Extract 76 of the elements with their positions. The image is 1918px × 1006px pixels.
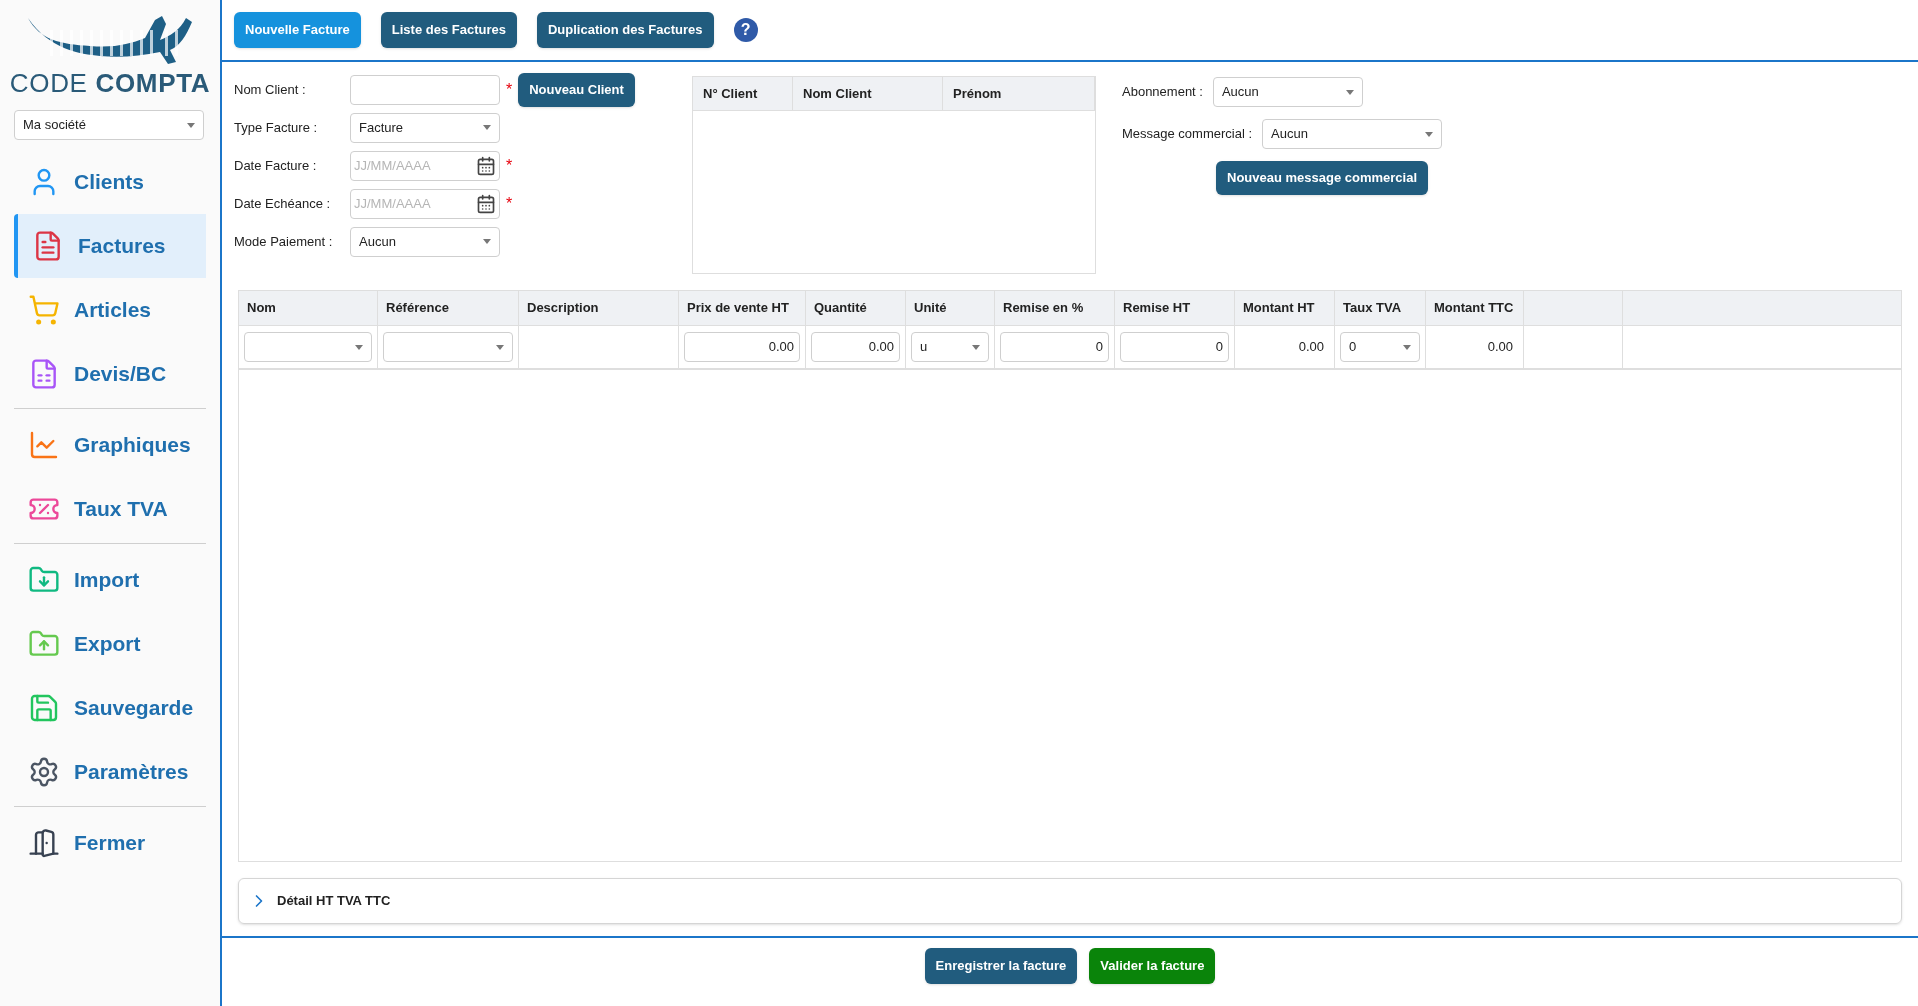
- column-header[interactable]: Taux TVA: [1335, 291, 1426, 325]
- tab-button[interactable]: Duplication des Factures: [536, 12, 714, 48]
- table-cell-text: 0.00: [1486, 338, 1514, 357]
- subscription-select[interactable]: Aucun: [1212, 77, 1363, 107]
- logo-text: COMPTA: [95, 70, 211, 96]
- caret-icon: [483, 125, 491, 130]
- column-header[interactable]: Remise en %: [995, 291, 1115, 325]
- caret-icon: [187, 122, 195, 128]
- caret-icon: [496, 344, 504, 350]
- caret-icon: [355, 344, 363, 350]
- caret-icon: [1403, 344, 1411, 350]
- cell-input[interactable]: 0: [1120, 332, 1229, 362]
- column-header[interactable]: Référence: [378, 291, 519, 325]
- caret-icon: [972, 344, 980, 350]
- field-label: Abonnement :: [1122, 83, 1203, 102]
- caret-icon: [1345, 89, 1354, 95]
- column-header[interactable]: Montant TTC: [1426, 291, 1524, 325]
- calendar-icon[interactable]: [476, 193, 496, 214]
- required-mark: *: [506, 79, 513, 100]
- cell-select[interactable]: [244, 332, 372, 362]
- settings-icon: [28, 756, 60, 788]
- required-mark: *: [506, 193, 513, 214]
- cell-input[interactable]: 0.00: [811, 332, 900, 362]
- new-message-button[interactable]: Nouveau message commercial: [1216, 161, 1429, 195]
- field-label: Mode Paiement :: [234, 232, 334, 251]
- detail-panel[interactable]: Détail HT TVA TTC: [238, 878, 1902, 924]
- field-label: Date Facture :: [234, 156, 318, 175]
- calendar-icon[interactable]: [476, 155, 496, 176]
- cell-select[interactable]: 0: [1340, 332, 1420, 362]
- help-button[interactable]: ?: [733, 18, 758, 42]
- nav-item[interactable]: Graphiques: [14, 413, 206, 477]
- new-client-button[interactable]: Nouveau Client: [518, 72, 635, 107]
- nav-item[interactable]: Fermer: [14, 811, 206, 875]
- column-header[interactable]: Unité: [906, 291, 995, 325]
- column-header[interactable]: Quantité: [806, 291, 906, 325]
- column-header[interactable]: Prénom: [943, 77, 1095, 110]
- tab-button[interactable]: Liste des Factures: [380, 12, 517, 48]
- column-header[interactable]: Montant HT: [1235, 291, 1335, 325]
- client-name-field[interactable]: [350, 74, 500, 105]
- company-select[interactable]: Ma société: [14, 110, 204, 140]
- validate-button[interactable]: Valider la facture: [1089, 948, 1216, 984]
- column-header[interactable]: Nom Client: [793, 77, 943, 110]
- required-mark: *: [506, 155, 513, 176]
- column-header[interactable]: Nom: [239, 291, 378, 325]
- field-label: Message commercial :: [1122, 125, 1253, 144]
- nav-item[interactable]: Articles: [14, 278, 206, 342]
- column-header[interactable]: Description: [519, 291, 679, 325]
- nav-item[interactable]: Factures: [14, 214, 206, 278]
- column-header[interactable]: Remise HT: [1115, 291, 1235, 325]
- door-icon: [28, 827, 60, 859]
- nav-item[interactable]: Import: [14, 548, 206, 612]
- logo-text: CODE: [9, 70, 88, 96]
- dropdown-field[interactable]: Facture: [350, 112, 500, 143]
- dropdown-field[interactable]: Aucun: [350, 226, 500, 257]
- nav-item[interactable]: Sauvegarde: [14, 676, 206, 740]
- save-button[interactable]: Enregistrer la facture: [924, 948, 1078, 984]
- cell-select[interactable]: u: [911, 332, 989, 362]
- line-chart-icon: [28, 429, 60, 461]
- column-header[interactable]: N° Client: [693, 77, 793, 110]
- nav-item[interactable]: Paramètres: [14, 740, 206, 804]
- nav-item[interactable]: Devis/BC: [14, 342, 206, 406]
- table-cell-text: 0.00: [1297, 338, 1325, 357]
- caret-icon: [483, 239, 491, 244]
- column-header[interactable]: Prix de vente HT: [679, 291, 806, 325]
- field-label: Type Facture :: [234, 118, 319, 137]
- cell-select[interactable]: [383, 332, 513, 362]
- cell-input[interactable]: 0.00: [684, 332, 800, 362]
- field-label: Nom Client :: [234, 80, 307, 99]
- nav-item[interactable]: Clients: [14, 150, 206, 214]
- caret-icon: [1425, 131, 1434, 137]
- cell-input[interactable]: 0: [1000, 332, 1109, 362]
- nav-item[interactable]: Export: [14, 612, 206, 676]
- nav-item[interactable]: Taux TVA: [14, 477, 206, 541]
- message-select[interactable]: Aucun: [1262, 119, 1443, 149]
- cart-icon: [28, 294, 60, 326]
- field-label: Date Echéance :: [234, 194, 332, 213]
